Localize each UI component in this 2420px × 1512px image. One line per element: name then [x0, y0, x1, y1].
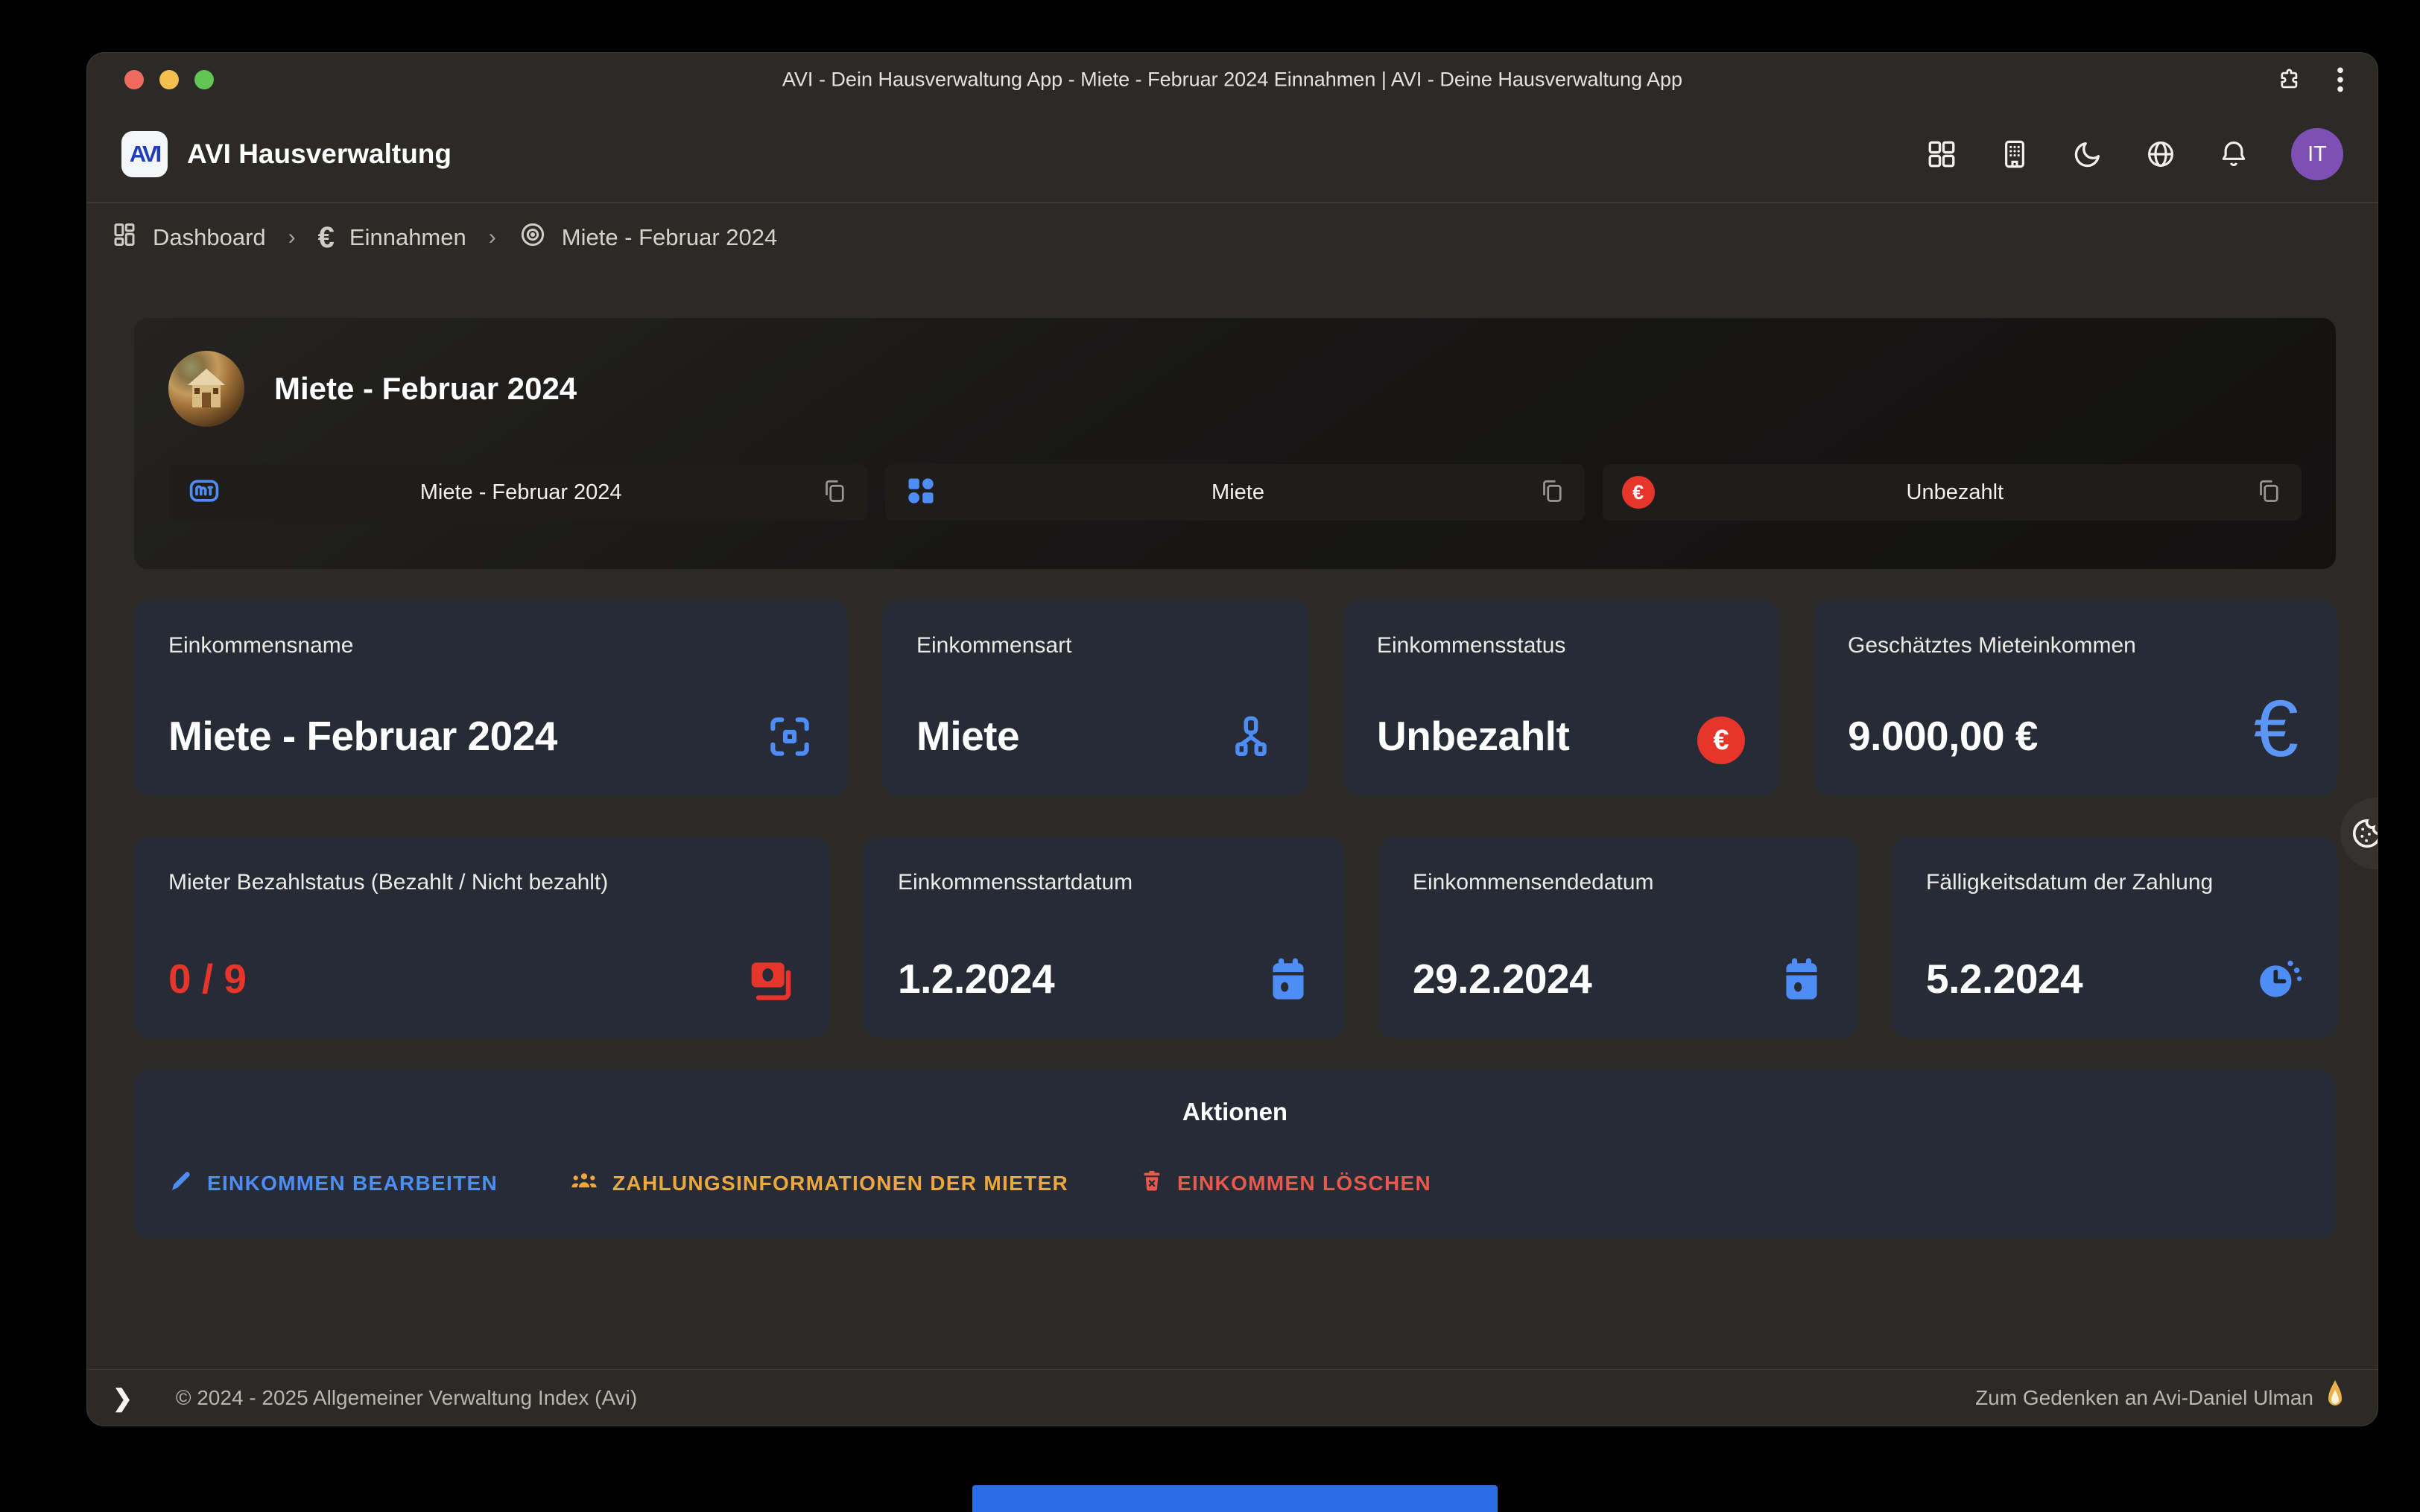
copyright-text: © 2024 - 2025 Allgemeiner Verwaltung Ind…: [176, 1386, 637, 1410]
card-faelligkeitsdatum: Fälligkeitsdatum der Zahlung 5.2.2024: [1892, 837, 2337, 1038]
name-badge-icon: [188, 474, 221, 511]
browser-titlebar: AVI - Dein Hausverwaltung App - Miete - …: [87, 53, 2378, 107]
clock-icon: [2254, 956, 2303, 1007]
action-label: EINKOMMEN LÖSCHEN: [1177, 1172, 1431, 1195]
footer: ❯ © 2024 - 2025 Allgemeiner Verwaltung I…: [87, 1369, 2378, 1426]
card-label: Einkommensstartdatum: [898, 870, 1310, 895]
edit-income-button[interactable]: EINKOMMEN BEARBEITEN: [168, 1168, 498, 1198]
dashboard-grid-icon: [111, 221, 138, 254]
copy-icon[interactable]: [1539, 477, 1565, 508]
zoom-window-button[interactable]: [194, 70, 214, 89]
breadcrumb-label: Einnahmen: [349, 224, 466, 251]
actions-section: Aktionen EINKOMMEN BEARBEITEN: [134, 1070, 2336, 1239]
main-content: Miete - Februar 2024 Miete - Februar 202…: [87, 272, 2378, 1369]
breadcrumb-separator: ›: [288, 225, 296, 250]
card-value: 0 / 9: [168, 955, 247, 1007]
tree-icon: [1228, 713, 1274, 764]
card-label: Einkommensname: [168, 633, 814, 658]
breadcrumb-current[interactable]: Miete - Februar 2024: [519, 220, 777, 255]
income-image: [168, 351, 244, 427]
browser-menu-icon[interactable]: [2336, 66, 2345, 94]
card-label: Fälligkeitsdatum der Zahlung: [1926, 870, 2303, 895]
eye-icon: [519, 220, 547, 255]
actions-title: Aktionen: [168, 1098, 2302, 1126]
close-window-button[interactable]: [124, 70, 144, 89]
breadcrumb: Dashboard › € Einnahmen › Miete - Februa…: [87, 203, 2378, 272]
tenant-payment-info-button[interactable]: ZAHLUNGSINFORMATIONEN DER MIETER: [569, 1168, 1068, 1198]
candle-flame-icon: [2325, 1379, 2345, 1417]
card-einkommensart: Einkommensart Miete: [882, 600, 1308, 795]
bell-icon[interactable]: [2218, 139, 2249, 170]
dashboard-icon[interactable]: [1926, 139, 1957, 170]
copy-icon[interactable]: [2255, 477, 2282, 508]
card-value: 1.2.2024: [898, 955, 1054, 1007]
extensions-icon[interactable]: [2276, 67, 2302, 92]
card-label: Einkommensart: [916, 633, 1274, 658]
income-type-field: Miete: [885, 464, 1584, 521]
copy-icon[interactable]: [821, 477, 848, 508]
app-window: AVI - Dein Hausverwaltung App - Miete - …: [86, 52, 2378, 1426]
card-bezahlstatus: Mieter Bezahlstatus (Bezahlt / Nicht bez…: [134, 837, 829, 1038]
card-einkommensstatus: Einkommensstatus Unbezahlt €: [1343, 600, 1779, 795]
action-label: EINKOMMEN BEARBEITEN: [207, 1172, 498, 1195]
minimize-window-button[interactable]: [159, 70, 179, 89]
breadcrumb-label: Dashboard: [153, 224, 266, 251]
building-icon[interactable]: [1999, 139, 2030, 170]
card-startdatum: Einkommensstartdatum 1.2.2024: [864, 837, 1344, 1038]
income-name-value: Miete - Februar 2024: [221, 480, 821, 505]
memorial-text: Zum Gedenken an Avi-Daniel Ulman: [1975, 1386, 2313, 1410]
card-label: Einkommensendedatum: [1413, 870, 1823, 895]
app-header: AVI AVI Hausverwaltung: [87, 107, 2378, 202]
action-label: ZAHLUNGSINFORMATIONEN DER MIETER: [612, 1172, 1068, 1195]
card-endedatum: Einkommensendedatum 29.2.2024: [1378, 837, 1857, 1038]
card-mieteinkommen: Geschätztes Mieteinkommen 9.000,00 € €: [1814, 600, 2337, 795]
breadcrumb-einnahmen[interactable]: € Einnahmen: [318, 221, 466, 255]
euro-icon: €: [318, 221, 335, 255]
card-label: Geschätztes Mieteinkommen: [1848, 633, 2303, 658]
breadcrumb-label: Miete - Februar 2024: [562, 224, 777, 251]
card-label: Einkommensstatus: [1377, 633, 1745, 658]
breadcrumb-dashboard[interactable]: Dashboard: [111, 221, 266, 254]
card-value: Miete - Februar 2024: [168, 712, 557, 764]
card-label: Mieter Bezahlstatus (Bezahlt / Nicht bez…: [168, 870, 795, 895]
moon-icon[interactable]: [2072, 139, 2103, 170]
income-status-value: Unbezahlt: [1655, 480, 2255, 505]
calendar-icon: [1780, 956, 1823, 1007]
card-value: Unbezahlt: [1377, 712, 1569, 764]
sidebar-expand-chevron-icon[interactable]: ❯: [113, 1384, 133, 1412]
app-logo[interactable]: AVI: [121, 131, 168, 177]
income-type-value: Miete: [937, 480, 1538, 505]
income-status-field: € Unbezahlt: [1603, 464, 2302, 521]
scan-frame-icon: [766, 713, 814, 764]
euro-badge-icon: €: [1622, 476, 1655, 509]
delete-income-button[interactable]: EINKOMMEN LÖSCHEN: [1140, 1168, 1431, 1198]
category-icon: [905, 474, 937, 511]
globe-icon[interactable]: [2145, 139, 2176, 170]
income-title: Miete - Februar 2024: [274, 371, 577, 407]
people-icon: [569, 1168, 599, 1198]
euro-glyph-icon: €: [2254, 692, 2303, 764]
card-value: 9.000,00 €: [1848, 712, 2038, 764]
pencil-icon: [168, 1168, 194, 1198]
user-avatar[interactable]: IT: [2291, 128, 2343, 180]
trash-icon: [1140, 1168, 1164, 1198]
card-value: 5.2.2024: [1926, 955, 2082, 1007]
card-einkommensname: Einkommensname Miete - Februar 2024: [134, 600, 848, 795]
desktop-accent-bar: [972, 1485, 1498, 1512]
app-name: AVI Hausverwaltung: [187, 139, 452, 170]
banknotes-icon: [746, 956, 795, 1007]
calendar-icon: [1267, 956, 1310, 1007]
window-controls: [124, 70, 214, 89]
card-value: 29.2.2024: [1413, 955, 1591, 1007]
income-name-field: Miete - Februar 2024: [168, 464, 867, 521]
page-title: AVI - Dein Hausverwaltung App - Miete - …: [782, 69, 1682, 92]
breadcrumb-separator: ›: [489, 225, 496, 250]
card-value: Miete: [916, 712, 1019, 764]
euro-badge-icon: €: [1697, 717, 1745, 764]
income-hero-card: Miete - Februar 2024 Miete - Februar 202…: [134, 318, 2336, 569]
